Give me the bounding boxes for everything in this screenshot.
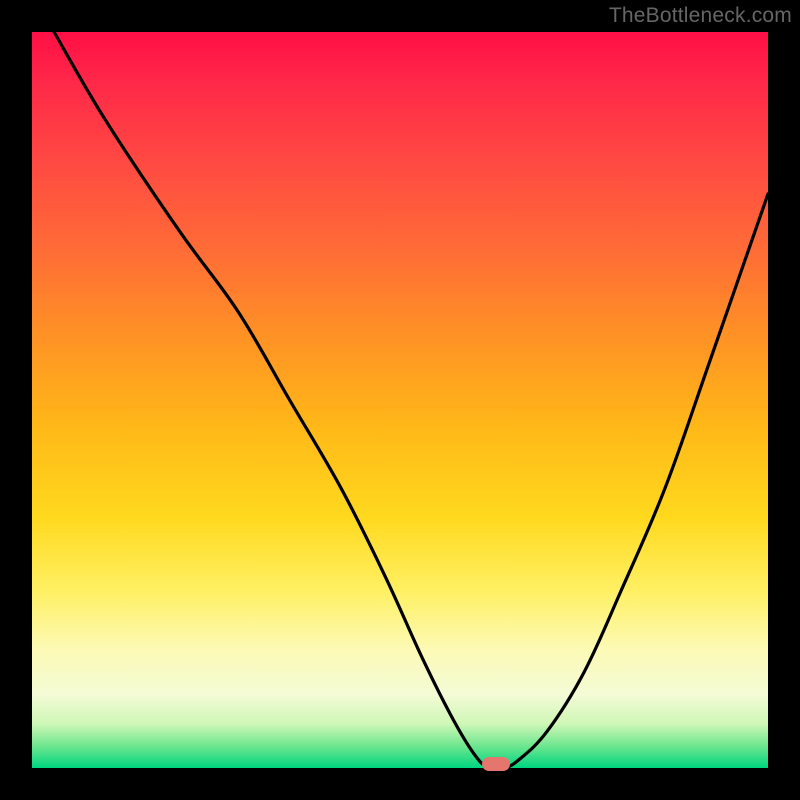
optimal-marker [482, 757, 510, 771]
watermark-text: TheBottleneck.com [609, 4, 792, 28]
curve-path [54, 32, 768, 770]
chart-stage: TheBottleneck.com [0, 0, 800, 800]
bottleneck-curve [32, 32, 768, 768]
chart-plot-area [32, 32, 768, 768]
